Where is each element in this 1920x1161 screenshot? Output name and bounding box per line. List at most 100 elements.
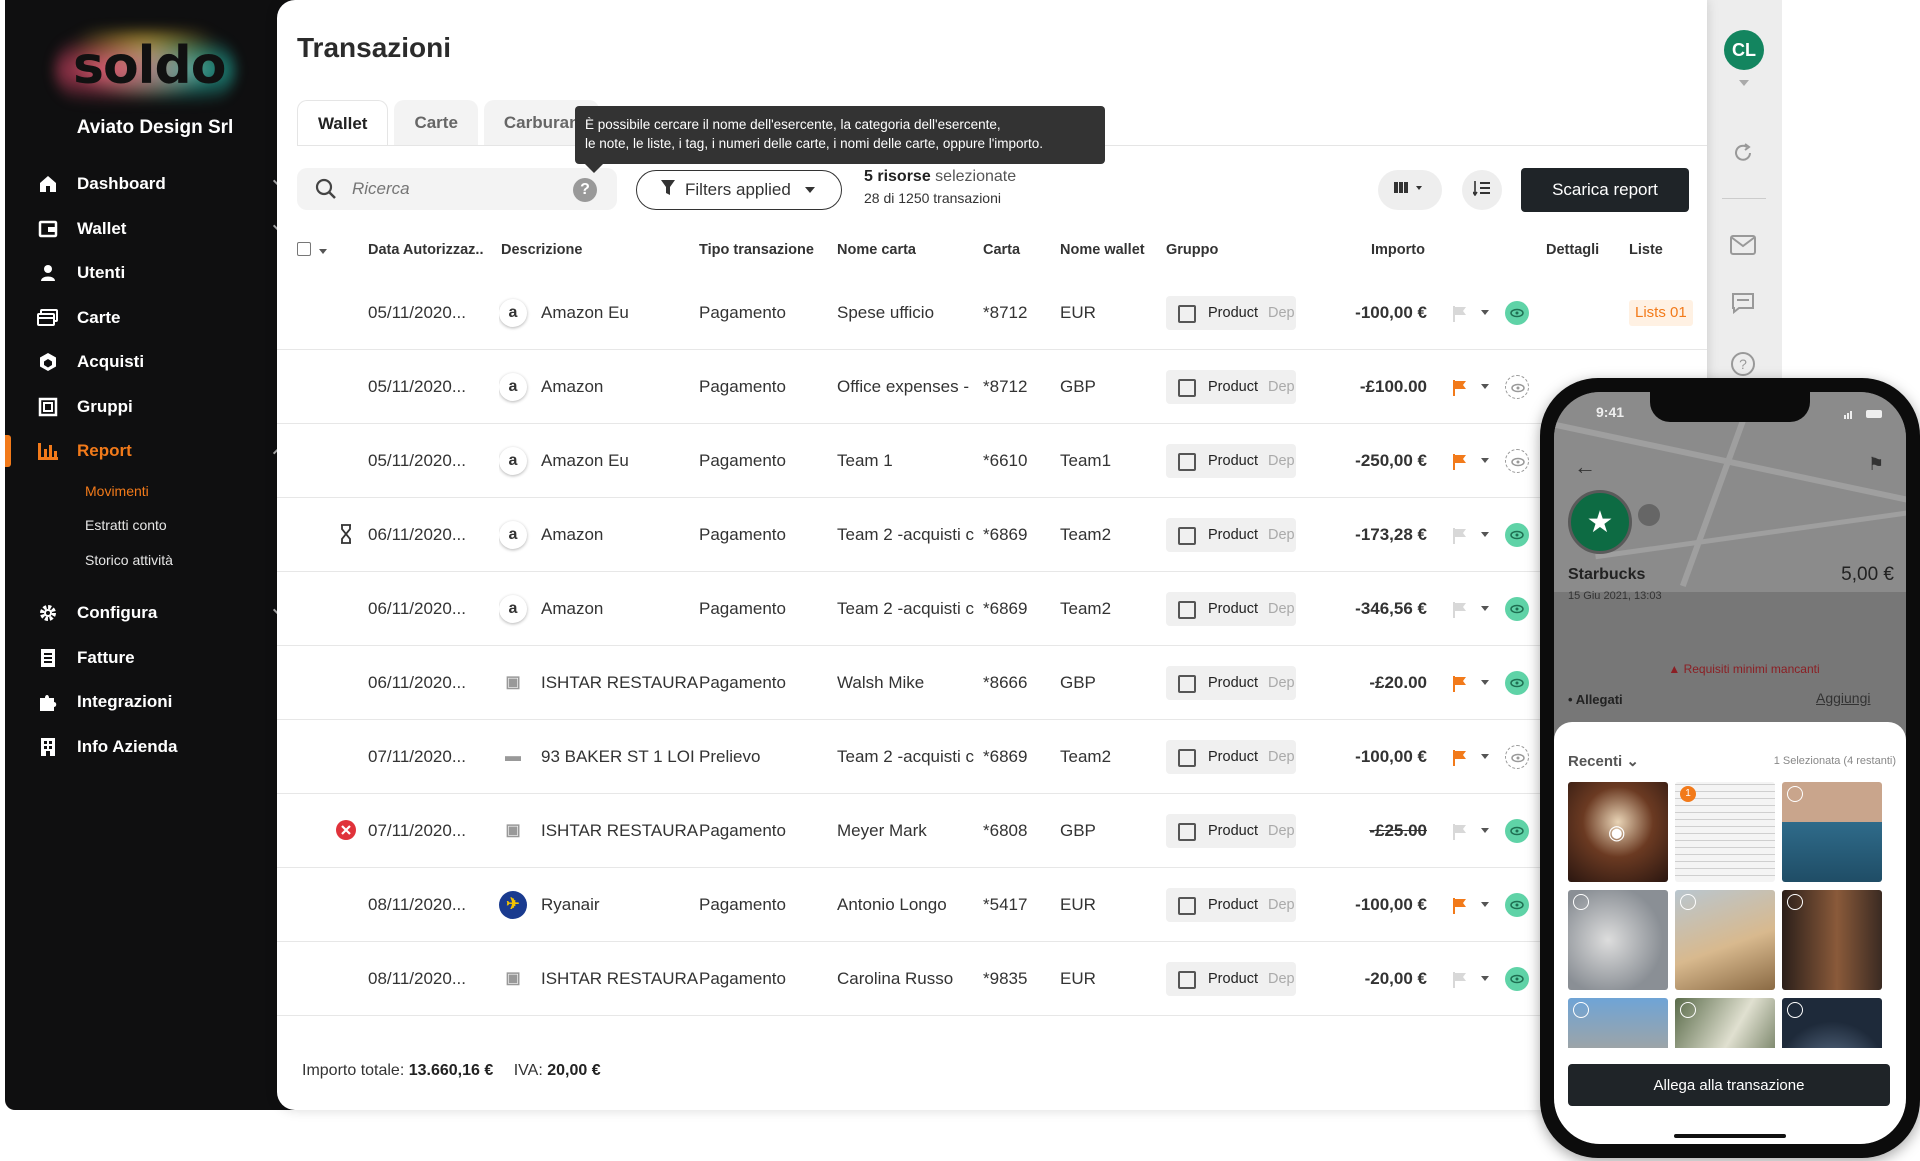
chat-icon[interactable]	[1728, 288, 1758, 318]
table-row[interactable]: 06/11/2020... a Amazon Pagamento Team 2 -acq…	[277, 572, 1707, 646]
photo-thumb[interactable]	[1675, 998, 1775, 1048]
col-card-name[interactable]: Nome carta	[837, 230, 916, 270]
photo-thumb[interactable]	[1782, 998, 1882, 1048]
photo-thumb[interactable]	[1568, 998, 1668, 1048]
select-circle[interactable]	[1787, 894, 1803, 910]
list-badge[interactable]: Lists 01	[1629, 300, 1693, 326]
chevron-down-icon[interactable]	[1481, 532, 1489, 537]
flag-icon[interactable]	[1453, 972, 1475, 988]
table-row[interactable]: 05/11/2020... a Amazon Eu Pagamento Team 1 *6…	[277, 424, 1707, 498]
sidebar-subitem-storico-attivita[interactable]: Storico attività	[5, 543, 305, 578]
flag-icon[interactable]	[1453, 306, 1475, 322]
group-tag[interactable]: Product Dep	[1166, 888, 1296, 922]
download-report-button[interactable]: Scarica report	[1521, 168, 1689, 212]
col-group[interactable]: Gruppo	[1166, 230, 1218, 270]
chevron-down-icon[interactable]	[1481, 458, 1489, 463]
receipt-icon[interactable]	[1505, 745, 1529, 769]
chevron-down-icon[interactable]	[1481, 310, 1489, 315]
group-tag[interactable]: Product Dep	[1166, 370, 1296, 404]
table-row[interactable]: 08/11/2020... ✈ Ryanair Pagamento Antonio Lo…	[277, 868, 1707, 942]
chevron-down-icon[interactable]	[1481, 902, 1489, 907]
receipt-icon[interactable]	[1505, 819, 1529, 843]
flag-icon[interactable]	[1453, 380, 1475, 396]
select-circle[interactable]	[1573, 1002, 1589, 1018]
group-tag[interactable]: Product Dep	[1166, 962, 1296, 996]
sidebar-item-integrazioni[interactable]: Integrazioni	[5, 680, 305, 725]
sidebar-item-wallet[interactable]: Wallet	[5, 207, 305, 252]
group-tag[interactable]: Product Dep	[1166, 592, 1296, 626]
sidebar-item-carte[interactable]: Carte	[5, 296, 305, 341]
flag-icon[interactable]	[1453, 898, 1475, 914]
filters-button[interactable]: Filters applied	[636, 170, 842, 210]
receipt-icon[interactable]	[1505, 967, 1529, 991]
help-icon[interactable]: ?	[1728, 349, 1758, 379]
chevron-down-icon[interactable]	[1481, 384, 1489, 389]
group-tag[interactable]: Product Dep	[1166, 518, 1296, 552]
col-type[interactable]: Tipo transazione	[699, 230, 814, 270]
table-row[interactable]: 05/11/2020... a Amazon Pagamento Office expe…	[277, 350, 1707, 424]
chevron-down-icon[interactable]	[1481, 680, 1489, 685]
col-date[interactable]: Data Autorizzaz..	[368, 230, 483, 270]
columns-button[interactable]	[1378, 170, 1442, 210]
col-amount[interactable]: Importo	[1371, 230, 1425, 270]
group-tag[interactable]: Product Dep	[1166, 740, 1296, 774]
recent-dropdown[interactable]: Recenti ⌄	[1568, 752, 1639, 770]
photo-thumb[interactable]	[1782, 890, 1882, 990]
flag-icon[interactable]	[1453, 602, 1475, 618]
search-box[interactable]: ?	[297, 168, 617, 210]
table-row[interactable]: 07/11/2020... ▣ ISHTAR RESTAURA Pagamento Me…	[277, 794, 1707, 868]
photo-thumb[interactable]	[1568, 890, 1668, 990]
group-tag[interactable]: Product Dep	[1166, 296, 1296, 330]
sidebar-item-acquisti[interactable]: Acquisti	[5, 340, 305, 385]
select-all-checkbox[interactable]	[297, 242, 311, 256]
camera-tile[interactable]: ◉	[1568, 782, 1668, 882]
sidebar-item-dashboard[interactable]: Dashboard	[5, 162, 305, 207]
sidebar-item-report[interactable]: Report	[5, 429, 305, 474]
sort-button[interactable]	[1462, 170, 1502, 210]
sidebar-item-utenti[interactable]: Utenti	[5, 251, 305, 296]
search-input[interactable]	[352, 178, 552, 200]
chevron-down-icon[interactable]	[1481, 606, 1489, 611]
col-description[interactable]: Descrizione	[501, 230, 582, 270]
group-tag[interactable]: Product Dep	[1166, 666, 1296, 700]
select-circle[interactable]	[1573, 894, 1589, 910]
select-circle[interactable]	[1680, 894, 1696, 910]
mail-icon[interactable]	[1728, 230, 1758, 260]
flag-icon[interactable]	[1453, 528, 1475, 544]
chevron-down-icon[interactable]	[1481, 976, 1489, 981]
col-details[interactable]: Dettagli	[1546, 230, 1599, 270]
sidebar-item-fatture[interactable]: Fatture	[5, 636, 305, 681]
receipt-icon[interactable]	[1505, 301, 1529, 325]
sidebar-subitem-movimenti[interactable]: Movimenti	[5, 474, 305, 509]
sidebar-item-gruppi[interactable]: Gruppi	[5, 385, 305, 430]
receipt-icon[interactable]	[1505, 449, 1529, 473]
col-card[interactable]: Carta	[983, 230, 1020, 270]
receipt-icon[interactable]	[1505, 523, 1529, 547]
photo-thumb[interactable]	[1675, 890, 1775, 990]
sidebar-item-configura[interactable]: Configura	[5, 591, 305, 636]
photo-thumb-receipt[interactable]: 1	[1675, 782, 1775, 882]
table-row[interactable]: 06/11/2020... a Amazon Pagamento Team 2 -acq…	[277, 498, 1707, 572]
receipt-icon[interactable]	[1505, 597, 1529, 621]
flag-icon[interactable]	[1453, 750, 1475, 766]
table-row[interactable]: 05/11/2020... a Amazon Eu Pagamento Spese uf…	[277, 276, 1707, 350]
select-circle[interactable]	[1787, 1002, 1803, 1018]
add-attachment-link[interactable]: Aggiungi	[1816, 690, 1871, 706]
search-help-icon[interactable]: ?	[573, 178, 597, 202]
chevron-down-icon[interactable]	[1481, 754, 1489, 759]
select-circle[interactable]	[1680, 1002, 1696, 1018]
attach-button[interactable]: Allega alla transazione	[1568, 1064, 1890, 1106]
col-wallet[interactable]: Nome wallet	[1060, 230, 1145, 270]
table-row[interactable]: 07/11/2020... ▬ 93 BAKER ST 1 LOI Prelievo T…	[277, 720, 1707, 794]
refresh-icon[interactable]	[1728, 138, 1758, 168]
photo-thumb[interactable]	[1782, 782, 1882, 882]
flag-icon[interactable]	[1453, 676, 1475, 692]
sidebar-item-info-azienda[interactable]: Info Azienda	[5, 725, 305, 770]
table-row[interactable]: 08/11/2020... ▣ ISHTAR RESTAURA Pagamento Ca…	[277, 942, 1707, 1016]
tab-wallet[interactable]: Wallet	[297, 100, 389, 146]
chevron-down-icon[interactable]	[1739, 80, 1749, 86]
receipt-icon[interactable]	[1505, 375, 1529, 399]
chevron-down-icon[interactable]	[1481, 828, 1489, 833]
group-tag[interactable]: Product Dep	[1166, 444, 1296, 478]
sidebar-subitem-estratti-conto[interactable]: Estratti conto	[5, 508, 305, 543]
